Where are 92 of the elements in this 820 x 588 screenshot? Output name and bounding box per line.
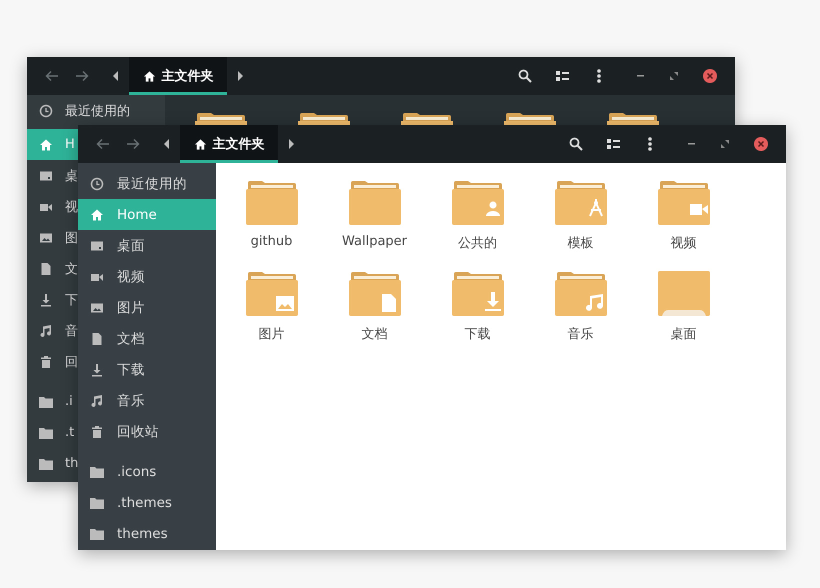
image-icon [90,300,104,314]
sidebar-item[interactable]: .themes [78,487,216,518]
folder-icon [400,111,452,125]
sidebar-item[interactable]: 桌 [27,160,78,191]
clock-icon [39,104,53,118]
folder-item[interactable]: github [220,179,323,270]
kebab-menu-icon [597,69,601,83]
home-icon [90,208,104,222]
search-icon [518,69,532,83]
home-icon [39,138,53,152]
image-folder-icon [246,270,298,316]
folder-icon [298,111,350,125]
forward-arrow-icon [75,69,89,83]
document-folder-icon [348,270,400,316]
close-icon [754,137,768,151]
sidebar-item[interactable]: themes [78,518,216,549]
sidebar-item[interactable]: 音乐 [78,385,216,416]
sidebar-item[interactable]: th [27,448,78,479]
sidebar-item[interactable]: .t [27,417,78,448]
back-arrow-icon [45,69,59,83]
kebab-menu-icon [648,137,652,151]
home-icon [142,70,156,82]
minimize-icon [636,75,644,77]
music-note-icon [39,324,53,338]
sidebar-item[interactable]: 文档 [78,323,216,354]
folder-item[interactable]: Wallpaper [323,179,426,270]
folder-icon [39,396,53,408]
download-icon [90,362,104,376]
maximize-icon [670,72,678,80]
music-note-icon [90,394,104,408]
sidebar-item[interactable]: 音 [27,315,78,346]
folder-icon [39,458,53,470]
close-icon [703,69,717,83]
sidebar-item[interactable]: 最近使用的 [27,98,165,123]
desktop-folder-icon [658,270,710,316]
music-folder-icon [554,270,606,316]
sidebar-item[interactable]: 视 [27,191,78,222]
folder-icon [39,426,53,438]
clock-icon [90,176,104,190]
caret-right-icon [237,71,243,81]
compass-folder-icon [554,179,606,225]
desktop-icon [39,168,53,182]
document-icon [39,262,53,276]
camera-folder-icon [658,179,710,225]
sidebar-item[interactable]: 下 [27,284,78,315]
folder-item[interactable]: 公共的 [426,179,529,270]
folder-icon [348,179,400,225]
folder-item[interactable]: 文档 [323,270,426,361]
sidebar-item[interactable]: 桌面 [78,230,216,261]
folder-item[interactable]: 模板 [529,179,632,270]
folder-item[interactable]: 音乐 [529,270,632,361]
sidebar-item[interactable]: .i [27,386,78,417]
path-tab[interactable]: 主文件夹 [180,125,278,163]
folder-item[interactable]: 视频 [632,179,735,270]
minimize-icon [688,143,694,145]
download-folder-icon [452,270,504,316]
folder-icon [606,111,658,125]
maximize-icon [721,140,729,148]
list-view-icon [556,70,568,82]
sidebar-item[interactable]: .icons [78,456,216,487]
folder-icon [194,111,246,125]
folder-icon [90,466,104,478]
folder-icon [504,111,556,125]
trash-icon [90,424,104,438]
document-icon [90,332,104,346]
download-icon [39,292,53,306]
folder-item[interactable]: 图片 [220,270,323,361]
folder-icon [246,179,298,225]
sidebar-item[interactable]: 最近使用的 [78,168,216,199]
sidebar-item[interactable]: 视频 [78,261,216,292]
sidebar-item[interactable]: 回 [27,346,78,377]
folder-item[interactable]: 下载 [426,270,529,361]
forward-arrow-icon [126,137,140,151]
sidebar-item[interactable]: 图片 [78,292,216,323]
caret-right-icon [288,139,294,149]
back-arrow-icon [96,137,110,151]
folder-item[interactable]: 桌面 [632,270,735,361]
person-folder-icon [452,179,504,225]
trash-icon [39,354,53,368]
sidebar-item[interactable]: 回收站 [78,416,216,447]
sidebar-item[interactable]: 图 [27,222,78,253]
sidebar-item[interactable]: 文 [27,253,78,284]
sidebar-item[interactable]: 下载 [78,354,216,385]
folder-icon [90,528,104,540]
search-icon [569,137,583,151]
caret-left-icon [113,71,119,81]
folder-icon [90,496,104,508]
path-tab[interactable]: 主文件夹 [129,57,227,95]
list-view-icon [606,138,620,150]
desktop-icon [90,238,104,252]
home-icon [194,138,206,150]
image-icon [39,230,53,244]
